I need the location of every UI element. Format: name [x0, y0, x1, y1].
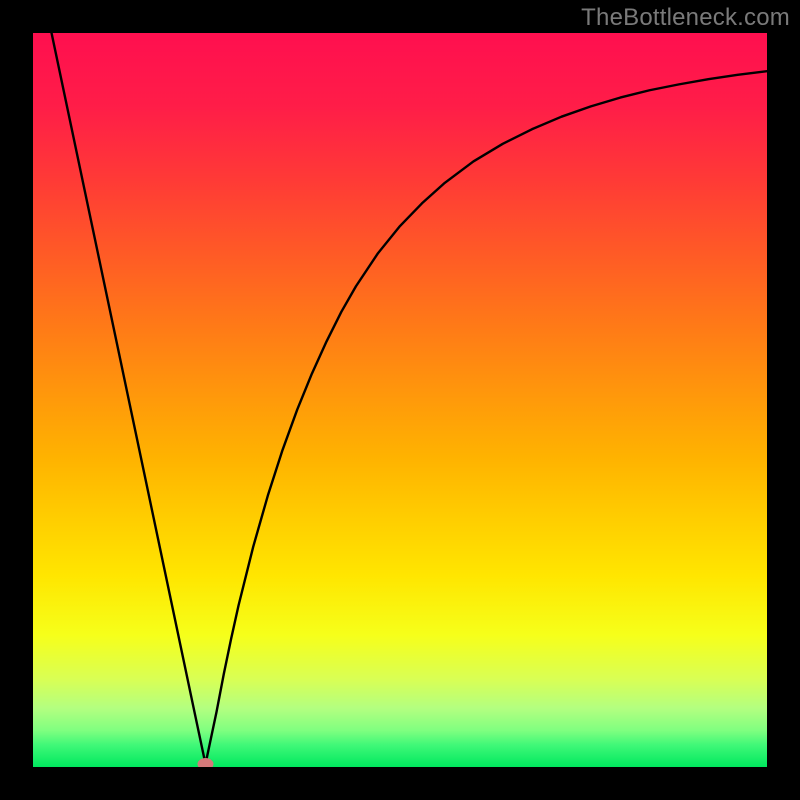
chart-svg — [33, 33, 767, 767]
watermark-text: TheBottleneck.com — [581, 4, 790, 32]
chart-frame: TheBottleneck.com — [0, 0, 800, 800]
plot-area — [33, 33, 767, 767]
gradient-background — [33, 33, 767, 767]
